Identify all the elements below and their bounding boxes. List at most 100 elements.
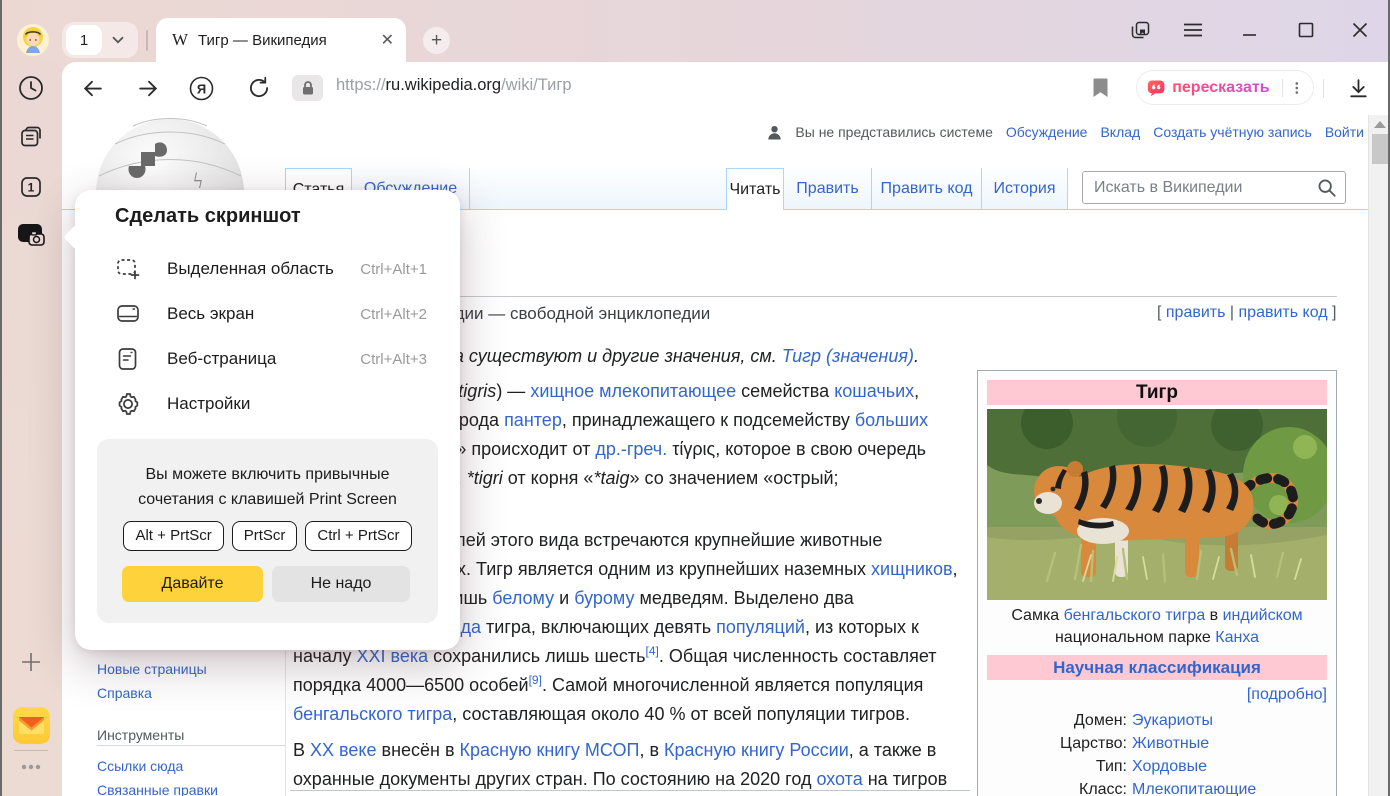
tabs-panel-icon[interactable]: 1 — [0, 173, 62, 201]
taxonomy-row: Царство: Животные — [987, 732, 1327, 755]
wiki-link[interactable]: пантер — [504, 410, 562, 430]
tab-edit[interactable]: Править — [784, 168, 872, 209]
scrollbar-up-button[interactable] — [1374, 121, 1386, 128]
tab-history[interactable]: История — [982, 168, 1068, 209]
minimize-button[interactable] — [1238, 17, 1262, 43]
paragraph-3: В XX веке внесён в Красную книгу МСОП, в… — [293, 740, 947, 796]
personal-link-login[interactable]: Войти — [1325, 124, 1364, 140]
close-button[interactable] — [1348, 17, 1372, 43]
sidebar-link-what-links-here[interactable]: Ссылки сюда — [97, 758, 183, 774]
wiki-link[interactable]: охота — [816, 769, 862, 789]
tiger-photo[interactable] — [987, 409, 1327, 600]
browser-tab[interactable]: W Тигр — Википедия ✕ — [156, 18, 406, 62]
text-segment: Самка — [1011, 607, 1063, 624]
wiki-link[interactable]: хищников — [871, 559, 953, 579]
wiki-link[interactable]: хищное млекопитающее — [530, 381, 736, 401]
personal-link-create-account[interactable]: Создать учётную запись — [1153, 124, 1312, 140]
site-security-badge[interactable] — [292, 75, 323, 101]
menu-item-settings[interactable]: Настройки — [115, 389, 427, 419]
wiki-link[interactable]: Красную книгу МСОП — [460, 740, 640, 760]
search-icon[interactable] — [1317, 178, 1337, 198]
taxonomy-row: Домен: Эукариоты — [987, 709, 1327, 732]
wiki-link[interactable]: др.-греч. — [595, 439, 667, 459]
wiki-link[interactable]: Тигр (значения) — [782, 346, 914, 366]
text-segment: . Самой многочисленной является популяци… — [542, 675, 923, 695]
accept-button[interactable]: Давайте — [122, 566, 263, 602]
taxonomy-label: Домен: — [987, 709, 1127, 732]
decline-button[interactable]: Не надо — [272, 566, 410, 602]
menu-icon[interactable] — [1181, 17, 1205, 43]
address-bar[interactable]: https://ru.wikipedia.org/wiki/Тигр — [336, 76, 572, 95]
taxonomy-value[interactable]: Млекопитающие — [1132, 778, 1327, 796]
wiki-link[interactable]: править — [1166, 304, 1226, 321]
taxonomy-value[interactable]: Животные — [1132, 732, 1327, 755]
text-segment: | — [1225, 304, 1238, 321]
wiki-link[interactable]: белому — [492, 588, 554, 608]
tab-groups-icon[interactable] — [1128, 17, 1152, 43]
toolbar: Я https://ru.wikipedia.org/wiki/Тигр — [62, 62, 1390, 115]
scrollbar[interactable] — [1368, 115, 1390, 796]
wiki-link[interactable]: популяций — [716, 617, 805, 637]
personal-link-contribs[interactable]: Вклад — [1100, 124, 1140, 140]
menu-item-label: Весь экран — [167, 304, 254, 324]
sidebar-link-help[interactable]: Справка — [97, 685, 152, 701]
window-edge-left — [0, 0, 2, 796]
new-tab-button[interactable]: + — [423, 27, 450, 54]
tab-counter[interactable]: 1 — [62, 22, 138, 58]
menu-item-full-screen[interactable]: Весь экран Ctrl+Alt+2 — [115, 299, 427, 329]
wiki-link[interactable]: бенгальского тигра — [293, 704, 452, 724]
text-segment: тигра, включающих девять — [481, 617, 716, 637]
back-icon[interactable] — [80, 76, 105, 106]
wiki-link[interactable]: Красную книгу России — [664, 740, 849, 760]
notes-icon[interactable] — [0, 123, 62, 151]
screenshot-tool-icon[interactable] — [0, 221, 62, 251]
maximize-button[interactable] — [1294, 17, 1318, 43]
classification-header[interactable]: Научная классификация — [987, 655, 1327, 680]
wiki-link[interactable]: XX веке — [310, 740, 376, 760]
retell-more-icon[interactable] — [1291, 79, 1303, 97]
bookmark-icon[interactable] — [1092, 77, 1109, 104]
text-segment: , принадлежащего к подсемейству — [562, 410, 855, 430]
personal-link-talk[interactable]: Обсуждение — [1006, 124, 1088, 140]
sidebar-link-new-pages[interactable]: Новые страницы — [97, 661, 207, 677]
menu-item-web-page[interactable]: Веб-страница Ctrl+Alt+3 — [115, 344, 427, 374]
menu-item-selected-area[interactable]: Выделенная область Ctrl+Alt+1 — [115, 254, 427, 284]
yandex-search-icon[interactable]: Я — [188, 75, 215, 107]
taxonomy-value[interactable]: Хордовые — [1132, 755, 1327, 778]
wiki-link[interactable]: бурому — [574, 588, 634, 608]
popup-title: Сделать скриншот — [115, 205, 301, 228]
taxonomy-row: Класс: Млекопитающие — [987, 778, 1327, 796]
wiki-link[interactable]: Канха — [1215, 629, 1259, 646]
search-input[interactable] — [1092, 178, 1309, 198]
retell-button[interactable]: пересказать — [1136, 70, 1314, 105]
text-segment: В — [293, 740, 310, 760]
tab-edit-source[interactable]: Править код — [872, 168, 982, 209]
sidebar-heading-tools: Инструменты — [97, 727, 184, 743]
taxonomy-value[interactable]: Эукариоты — [1132, 709, 1327, 732]
scrollbar-thumb[interactable] — [1372, 134, 1388, 164]
avatar[interactable] — [17, 24, 49, 61]
yandex-mail-icon[interactable] — [0, 707, 62, 744]
downloads-icon[interactable] — [1346, 76, 1371, 106]
wiki-link[interactable]: кошачьих — [834, 381, 914, 401]
more-icon[interactable] — [0, 760, 62, 774]
wiki-link[interactable]: [4] — [646, 644, 659, 658]
forward-icon[interactable] — [136, 76, 161, 106]
wiki-link[interactable]: править код — [1239, 304, 1328, 321]
wiki-link[interactable]: больших — [855, 410, 928, 430]
add-panel-icon[interactable] — [0, 649, 62, 675]
text-segment: τίγρις, которое в свою очередь — [667, 439, 926, 459]
wiki-link[interactable]: индийском — [1223, 607, 1303, 624]
key-alt-prtscr: Alt + PrtScr — [123, 521, 223, 551]
history-icon[interactable] — [0, 74, 62, 102]
tab-close-icon[interactable]: ✕ — [381, 30, 394, 50]
sidebar-link-related-changes[interactable]: Связанные правки — [97, 782, 218, 796]
tab-read[interactable]: Читать — [726, 168, 784, 210]
details-link[interactable]: [подробно] — [987, 686, 1327, 704]
titlebar: 1 W Тигр — Википедия ✕ + — [0, 0, 1390, 62]
wiki-link[interactable]: бенгальского тигра — [1064, 607, 1206, 624]
wiki-link[interactable]: [9] — [529, 673, 542, 687]
reload-icon[interactable] — [246, 75, 272, 106]
image-caption-line1: Самка бенгальского тигра в индийском — [987, 605, 1327, 627]
text-segment: и — [554, 588, 574, 608]
